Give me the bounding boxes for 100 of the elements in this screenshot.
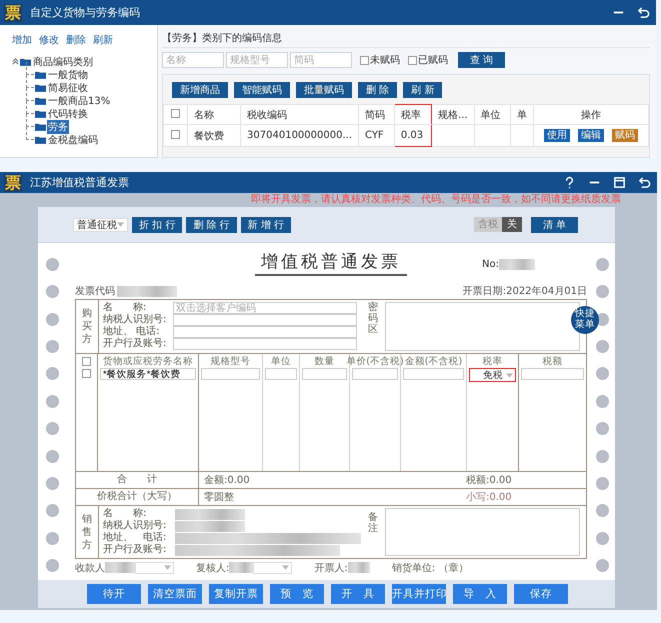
item-field[interactable] bbox=[201, 368, 260, 380]
row-button[interactable]: 新 增 行 bbox=[240, 216, 292, 232]
item-field[interactable] bbox=[403, 368, 464, 380]
section-heading: 【劳务】类别下的编码信息 bbox=[162, 31, 650, 48]
caret-icon bbox=[164, 565, 171, 570]
redacted-block bbox=[499, 259, 535, 270]
action-button[interactable]: 导 入 bbox=[453, 584, 507, 604]
checkbox[interactable] bbox=[82, 357, 91, 366]
back-icon[interactable] bbox=[637, 6, 650, 19]
field-label: 名 称: bbox=[103, 302, 148, 314]
toolbar-button[interactable]: 新增商品 bbox=[172, 82, 228, 98]
tax-mode-select[interactable]: 普通征税 bbox=[73, 218, 128, 232]
checkbox[interactable] bbox=[360, 56, 369, 64]
table-cell bbox=[432, 124, 474, 146]
item-field[interactable] bbox=[302, 368, 347, 380]
checkbox[interactable] bbox=[408, 56, 417, 64]
tree-item[interactable]: 劳务 bbox=[47, 120, 69, 134]
table-cell: 307040100000000... bbox=[240, 124, 359, 146]
column-header: 数量 bbox=[314, 356, 334, 367]
tree-item[interactable]: 金税盘编码 bbox=[47, 132, 99, 146]
table-cell: 餐饮费 bbox=[187, 124, 241, 146]
warning-notice: 即将开具发票，请认真核对发票种类、代码、号码是否一致，如不同请更换纸质发票 bbox=[250, 193, 621, 207]
row-button[interactable]: 折 扣 行 bbox=[132, 216, 182, 232]
checkbox-label: 已赋码 bbox=[418, 54, 448, 67]
action-button[interactable]: 待开 bbox=[87, 584, 141, 604]
tree-item[interactable]: 代码转换 bbox=[47, 106, 89, 120]
toolbar-button[interactable]: 智能赋码 bbox=[234, 82, 290, 98]
column-header: 税额 bbox=[542, 356, 562, 367]
toolbar-button[interactable]: 批量赋码 bbox=[296, 82, 352, 98]
checkbox[interactable] bbox=[170, 108, 180, 118]
amount-in-figures: 小写:0.00 bbox=[466, 490, 512, 504]
action-link[interactable]: 刷新 bbox=[93, 33, 113, 47]
action-button[interactable]: 开具并打印 bbox=[392, 584, 446, 604]
column-header: 规格... bbox=[432, 104, 474, 124]
toolbar-button[interactable]: 删 除 bbox=[358, 82, 398, 98]
folder-icon bbox=[35, 110, 46, 118]
totals-label: 合 计 bbox=[76, 472, 199, 488]
filter-field[interactable]: 简码 bbox=[290, 52, 352, 68]
list-button[interactable]: 清 单 bbox=[530, 216, 578, 232]
tree-item[interactable]: 简易征收 bbox=[47, 80, 89, 94]
action-link[interactable]: 增加 bbox=[12, 33, 32, 47]
action-button[interactable]: 复制开票 bbox=[209, 584, 263, 604]
column-header: 金额(不含税) bbox=[404, 356, 462, 367]
help-icon[interactable] bbox=[563, 176, 576, 189]
action-button[interactable]: 清空票面 bbox=[148, 584, 202, 604]
signer-select[interactable] bbox=[135, 562, 174, 574]
tree-item[interactable]: 一般货物 bbox=[47, 68, 89, 82]
filter-field[interactable]: 名称 bbox=[162, 52, 224, 68]
invoice-date: 开票日期:2022年04月01日 bbox=[462, 284, 587, 298]
tax-rate-select[interactable]: 免税 bbox=[469, 368, 516, 382]
tree-item[interactable]: 一般商品13% bbox=[47, 94, 112, 108]
folder-icon bbox=[35, 70, 46, 78]
row-action-button[interactable]: 使用 bbox=[544, 129, 570, 142]
action-button[interactable]: 保存 bbox=[514, 584, 568, 604]
window-title: 自定义货物与劳务编码 bbox=[30, 5, 140, 20]
row-action-button[interactable]: 编辑 bbox=[578, 129, 604, 142]
filter-field[interactable]: 规格型号 bbox=[226, 52, 288, 68]
column-header: 单价(不含税) bbox=[346, 356, 404, 367]
invoice-title: 增值税普通发票 bbox=[255, 250, 407, 276]
total-amount: 金额:0.00 bbox=[203, 474, 251, 487]
signer-label: 收款人 bbox=[75, 562, 105, 574]
action-link[interactable]: 删除 bbox=[66, 33, 86, 47]
back-icon[interactable] bbox=[638, 176, 651, 189]
checkbox[interactable] bbox=[82, 369, 91, 378]
redacted-block bbox=[175, 508, 245, 520]
quick-menu-button[interactable]: 快捷菜单 bbox=[571, 306, 599, 334]
signer-select[interactable] bbox=[253, 562, 292, 574]
field-label: 地址、 电话: bbox=[103, 326, 161, 338]
tree-item[interactable]: 商品编码类别 bbox=[32, 54, 94, 68]
query-button[interactable]: 查 询 bbox=[458, 52, 506, 68]
action-button[interactable]: 预 览 bbox=[270, 584, 324, 604]
row-button[interactable]: 删 除 行 bbox=[186, 216, 237, 232]
column-header: 单位 bbox=[474, 104, 510, 124]
folder-icon bbox=[35, 96, 46, 104]
collapse-icon[interactable] bbox=[12, 58, 19, 65]
amount-in-words: 零圆整 bbox=[203, 491, 235, 504]
maximize-icon[interactable] bbox=[613, 176, 626, 189]
buyer-field[interactable] bbox=[173, 314, 357, 326]
item-field[interactable] bbox=[521, 368, 584, 380]
field-label: 纳税人识别号: bbox=[103, 314, 168, 326]
field-label: 开户行及账号: bbox=[103, 544, 168, 556]
action-link[interactable]: 修改 bbox=[39, 33, 59, 47]
toolbar-button[interactable]: 刷 新 bbox=[403, 82, 442, 98]
folder-icon bbox=[20, 58, 31, 66]
item-field[interactable] bbox=[265, 368, 297, 380]
side-label: 购买方 bbox=[76, 300, 99, 353]
buyer-field[interactable] bbox=[173, 338, 357, 350]
checkbox[interactable] bbox=[170, 130, 180, 138]
column-header: 规格型号 bbox=[210, 356, 250, 367]
column-header: 操作 bbox=[534, 104, 648, 124]
folder-icon bbox=[35, 122, 46, 130]
window-title: 江苏增值税普通发票 bbox=[30, 175, 129, 190]
column-header: 名称 bbox=[187, 104, 241, 124]
action-button[interactable]: 开 具 bbox=[331, 584, 385, 604]
buyer-field[interactable] bbox=[173, 326, 357, 338]
item-field[interactable] bbox=[352, 368, 398, 380]
folder-icon bbox=[35, 84, 46, 92]
item-name-field[interactable]: *餐饮服务*餐饮费 bbox=[100, 368, 196, 380]
table-cell: CYF bbox=[358, 124, 394, 146]
column-header: 货物或应税劳务名称 bbox=[103, 356, 193, 367]
